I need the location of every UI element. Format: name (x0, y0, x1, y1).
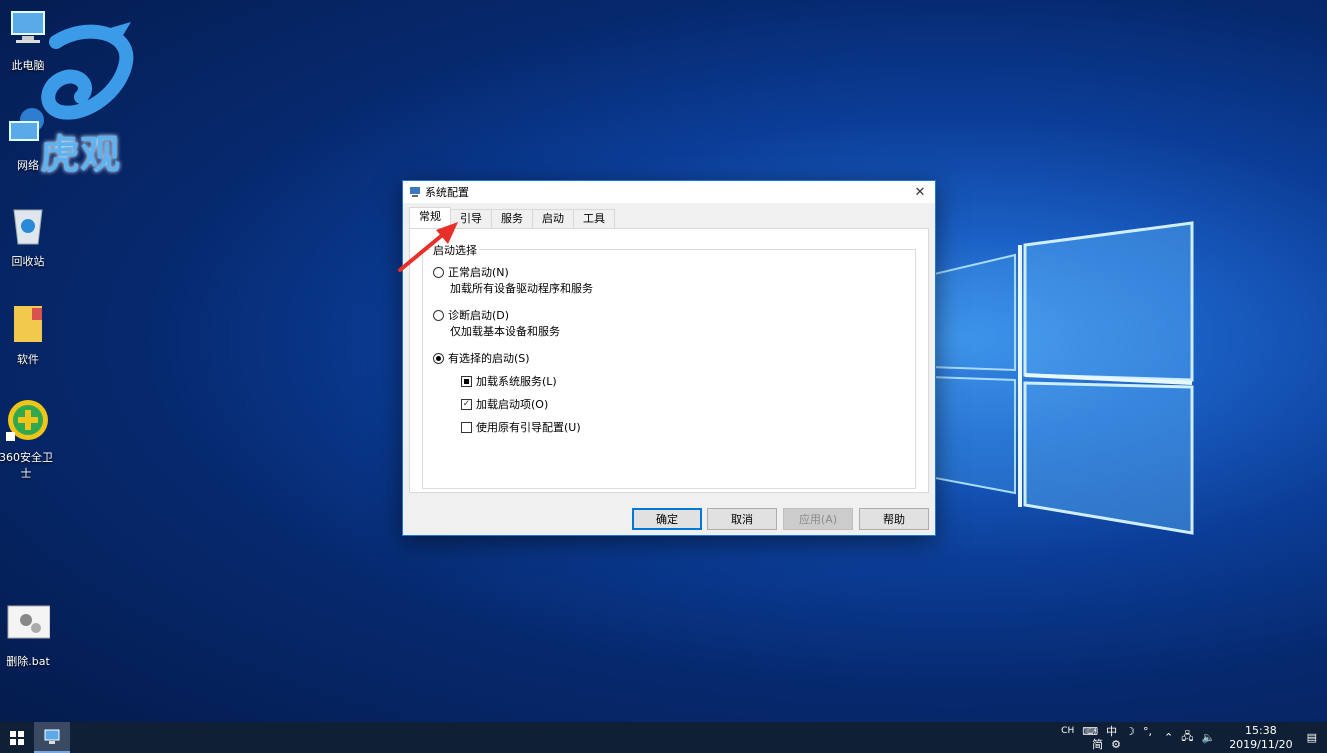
annotation-arrow (398, 222, 458, 272)
desktop-icon-delete-bat[interactable]: 删除.bat (0, 602, 56, 669)
desktop-icon-software[interactable]: 软件 (0, 300, 56, 367)
start-button[interactable] (0, 722, 34, 753)
tab-panel-general: 启动选择 正常启动(N) 加载所有设备驱动程序和服务 诊断启动(D) 仅加载基本… (409, 228, 929, 493)
clock-time: 15:38 (1245, 723, 1277, 737)
normal-startup-desc: 加载所有设备驱动程序和服务 (450, 282, 593, 295)
desktop-icon-label: 回收站 (11, 255, 45, 268)
network-tray-icon[interactable]: 🖧 (1181, 728, 1193, 747)
network-icon (9, 108, 44, 141)
startup-selection-group: 启动选择 正常启动(N) 加载所有设备驱动程序和服务 诊断启动(D) 仅加载基本… (422, 242, 916, 489)
notification-icon[interactable]: ▤ (1307, 731, 1317, 744)
desktop-icon-label: 软件 (17, 353, 39, 366)
chevron-up-icon[interactable]: ⌃ (1164, 731, 1173, 744)
checkbox-indicator (461, 421, 472, 433)
taskbar: CH ⌨ 中 ☽ °, 简 ⚙ ⌃ 🖧 🔈 15:38 2019/11/20 ▤ (0, 722, 1327, 753)
desktop-icon-360[interactable]: 360安全卫士 (0, 398, 54, 481)
ime-language[interactable]: 中 (1106, 725, 1117, 738)
taskbar-app-msconfig[interactable] (34, 722, 70, 753)
batch-file-icon (7, 605, 51, 639)
desktop-icon-label: 360安全卫士 (0, 451, 53, 480)
diagnostic-startup-radio[interactable]: 诊断启动(D) (433, 307, 509, 323)
checkbox-label: 加载系统服务(L) (476, 375, 557, 388)
desktop-icon-label: 此电脑 (11, 59, 45, 72)
diagnostic-startup-desc: 仅加载基本设备和服务 (450, 325, 560, 338)
apply-button[interactable]: 应用(A) (783, 508, 853, 530)
punctuation-icon[interactable]: °, (1143, 725, 1152, 738)
load-startup-items-checkbox[interactable]: ✓ 加载启动项(O) (461, 396, 548, 412)
dialog-title: 系统配置 (425, 186, 469, 199)
checkbox-label: 加载启动项(O) (476, 398, 549, 411)
option-label: 诊断启动(D) (448, 309, 510, 322)
dialog-titlebar[interactable]: 系统配置 ✕ (403, 181, 935, 203)
computer-icon (11, 11, 45, 43)
ok-button[interactable]: 确定 (632, 508, 702, 530)
desktop-icon-recycle-bin[interactable]: 回收站 (0, 202, 56, 269)
selective-startup-radio[interactable]: 有选择的启动(S) (433, 350, 530, 366)
folder-icon (14, 306, 42, 342)
wallpaper-logo (930, 221, 1194, 535)
clock-date: 2019/11/20 (1229, 737, 1293, 751)
close-icon[interactable]: ✕ (905, 181, 935, 203)
system-tray: CH ⌨ 中 ☽ °, 简 ⚙ ⌃ 🖧 🔈 15:38 2019/11/20 ▤ (1057, 722, 1327, 753)
volume-icon[interactable]: 🔈 (1201, 731, 1215, 744)
360-security-icon (6, 400, 48, 441)
radio-indicator (433, 352, 444, 364)
cancel-button[interactable]: 取消 (707, 508, 777, 530)
radio-indicator (433, 309, 444, 321)
desktop-icon-label: 网络 (17, 159, 39, 172)
help-button[interactable]: 帮助 (859, 508, 929, 530)
ime-mode[interactable]: CH (1061, 725, 1074, 738)
moon-icon[interactable]: ☽ (1125, 725, 1135, 738)
msconfig-icon (410, 187, 420, 197)
checkbox-label: 使用原有引导配置(U) (476, 421, 581, 434)
desktop-icon-this-pc[interactable]: 此电脑 (0, 6, 56, 73)
load-system-services-checkbox[interactable]: 加载系统服务(L) (461, 373, 557, 389)
option-label: 有选择的启动(S) (448, 352, 530, 365)
tab-tools[interactable]: 工具 (573, 209, 615, 228)
system-config-dialog: 系统配置 ✕ 常规 引导 服务 启动 工具 启动选择 正常启动(N) 加载所有设… (402, 180, 936, 536)
desktop-icon-label: 删除.bat (6, 655, 50, 668)
msconfig-icon (44, 729, 60, 744)
checkbox-indicator (461, 375, 472, 387)
tab-startup[interactable]: 启动 (532, 209, 574, 228)
windows-icon (10, 730, 24, 745)
recycle-bin-icon (13, 209, 43, 245)
use-original-boot-config-checkbox[interactable]: 使用原有引导配置(U) (461, 419, 581, 435)
keyboard-icon[interactable]: ⌨ (1082, 725, 1098, 738)
clock[interactable]: 15:38 2019/11/20 (1229, 724, 1292, 752)
desktop-icon-network[interactable]: 网络 (0, 106, 56, 173)
checkbox-indicator: ✓ (461, 398, 472, 410)
gear-icon[interactable]: ⚙ (1111, 738, 1121, 751)
tab-services[interactable]: 服务 (491, 209, 533, 228)
ime-simplified[interactable]: 简 (1092, 738, 1103, 751)
